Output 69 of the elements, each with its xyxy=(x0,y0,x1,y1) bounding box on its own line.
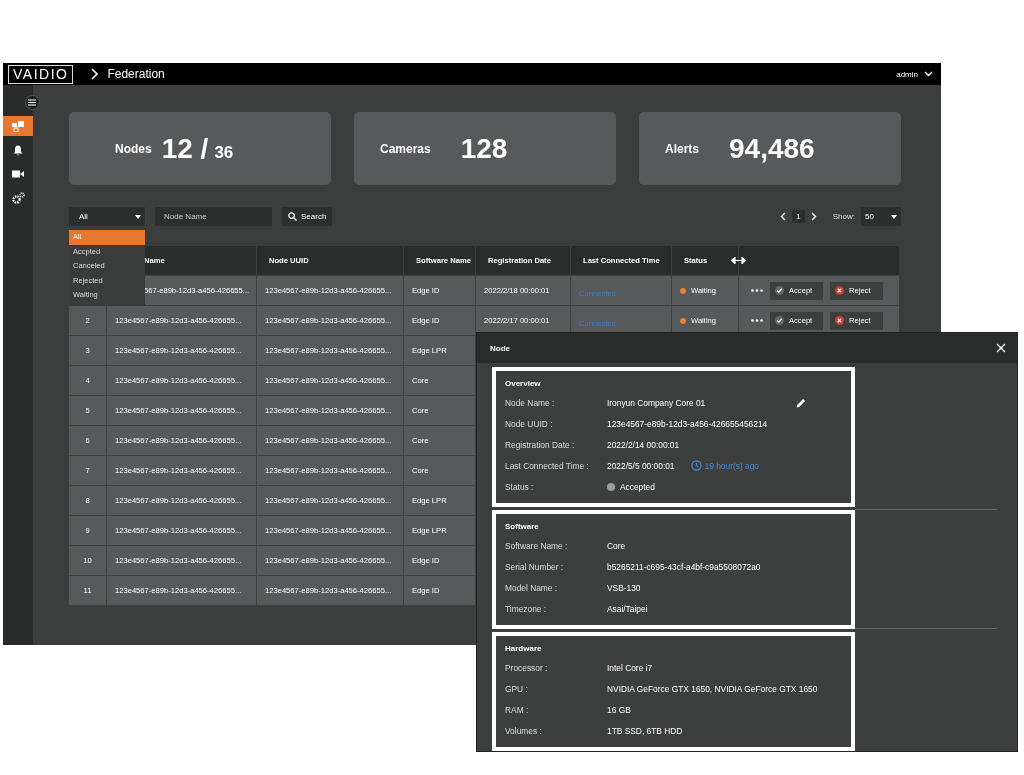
next-page-icon[interactable] xyxy=(810,212,817,221)
status-filter-dropdown[interactable]: All xyxy=(69,207,145,226)
clock-icon xyxy=(690,460,702,471)
field-label: Last Connected Time : xyxy=(505,460,590,471)
field-value: Core xyxy=(607,540,626,551)
resize-arrow-icon[interactable] xyxy=(731,257,746,264)
stat-value: 12 / xyxy=(161,132,209,165)
menu-toggle-icon[interactable] xyxy=(24,95,40,110)
video-camera-icon xyxy=(12,170,24,178)
search-field[interactable]: Node Name xyxy=(155,207,272,226)
field-value: Ironyun Company Core 01 xyxy=(607,397,706,408)
relative-time: 19 hour(s) ago xyxy=(690,460,759,471)
more-icon[interactable] xyxy=(751,289,763,292)
field-value: 2022/5/5 00:00:01 xyxy=(607,460,675,471)
field-value: 2022/2/14 00:00:01 xyxy=(607,439,680,450)
reject-icon xyxy=(835,286,844,295)
stat-label: Alerts xyxy=(665,141,699,156)
stat-value: 128 xyxy=(460,132,508,165)
field-label: Processor : xyxy=(505,662,549,673)
stat-label: Cameras xyxy=(380,141,431,156)
nodes-icon xyxy=(12,120,24,132)
caret-icon xyxy=(135,214,141,219)
field-label: Node Name : xyxy=(505,397,556,408)
search-button[interactable]: Search xyxy=(282,207,333,226)
logo: VAIDIO xyxy=(8,64,74,84)
more-icon[interactable] xyxy=(751,319,763,322)
stat-label: Nodes xyxy=(115,141,152,156)
page-size-dropdown[interactable]: 50 xyxy=(861,207,901,226)
section-title: Hardware xyxy=(505,644,543,653)
field-label: GPU : xyxy=(505,683,529,694)
close-icon[interactable] xyxy=(996,343,1006,353)
field-value: 1TB SSD, 6TB HDD xyxy=(607,725,683,736)
section-title: Software xyxy=(505,522,540,531)
field-value: Intel Core i7 xyxy=(607,662,653,673)
bell-icon xyxy=(13,144,23,156)
chevron-right-icon xyxy=(91,68,100,80)
field-value: 123e4567-e89b-12d3-a456-426655456214 xyxy=(607,418,768,429)
caret-icon xyxy=(924,71,933,77)
search-icon xyxy=(288,212,297,221)
stat-total: 36 xyxy=(214,142,234,163)
stat-value: 94,486 xyxy=(729,132,815,165)
field-label: Serial Number : xyxy=(505,561,565,572)
field-label: Volumes : xyxy=(505,725,543,736)
show-label: Show: xyxy=(832,212,855,221)
field-value: Asai/Taipei xyxy=(607,603,648,614)
field-label: RAM : xyxy=(505,704,530,715)
gears-icon xyxy=(11,192,25,204)
check-icon xyxy=(775,286,784,295)
field-value: VSB-130 xyxy=(607,582,641,593)
section-title: Overview xyxy=(505,379,542,388)
field-value: 16 GB xyxy=(607,704,631,715)
user-menu[interactable]: admin xyxy=(896,69,933,79)
field-label: Software Name : xyxy=(505,540,569,551)
field-value: NVIDIA GeForce GTX 1650, NVIDIA GeForce GTX 1650 xyxy=(607,683,818,694)
field-label: Status : xyxy=(505,481,535,492)
status-text: Accepted xyxy=(620,481,655,492)
previous-page-icon[interactable] xyxy=(780,212,787,221)
caret-icon xyxy=(891,214,897,219)
pencil-icon[interactable] xyxy=(796,397,806,408)
check-icon xyxy=(775,316,784,325)
field-label: Timezone : xyxy=(505,603,548,614)
field-label: Model Name : xyxy=(505,582,559,593)
reject-icon xyxy=(835,316,844,325)
field-value: b5265211-c695-43cf-a4bf-c9a5508072a0 xyxy=(607,561,761,572)
page-number[interactable]: 1 xyxy=(792,210,805,223)
page-title: Federation xyxy=(107,67,165,81)
field-label: Registration Date : xyxy=(505,439,576,450)
dialog-title: Node xyxy=(490,343,510,353)
field-label: Node UUID : xyxy=(505,418,554,429)
